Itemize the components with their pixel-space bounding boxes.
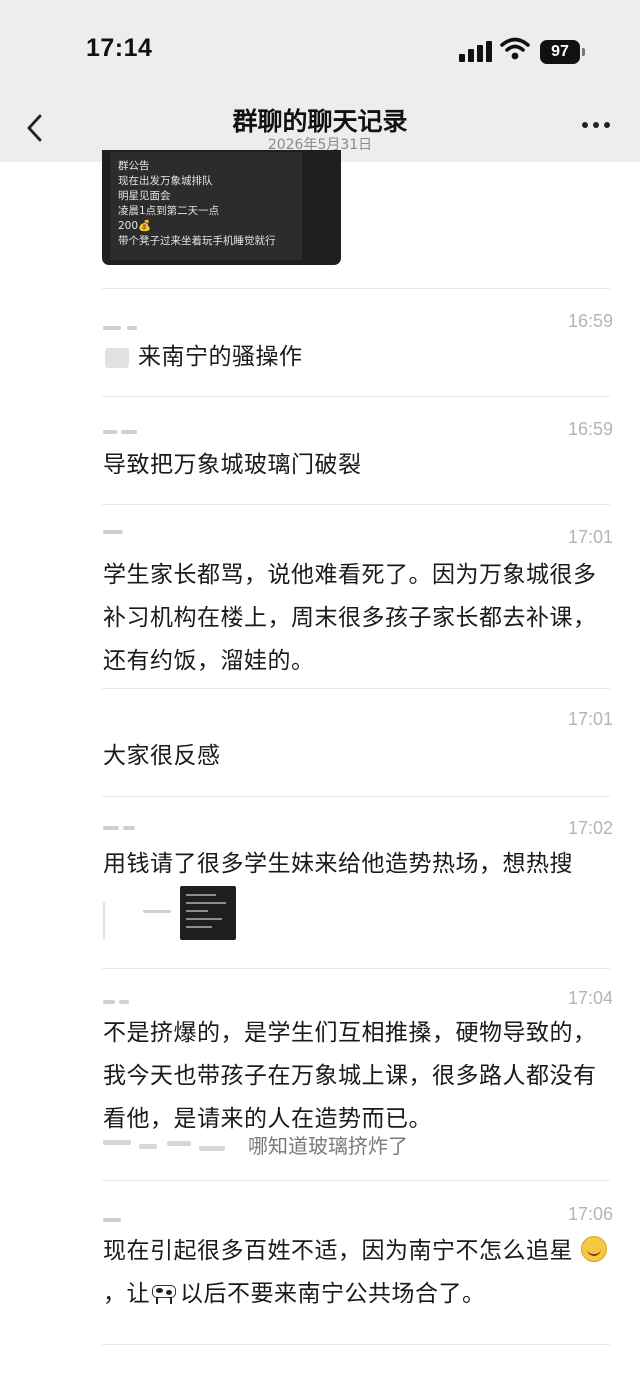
message-text: 导致把万象城玻璃门破裂 — [103, 452, 362, 478]
message-text-part: 以后不要来南宁公共场合了。 — [180, 1281, 486, 1307]
message-time: 17:01 — [567, 527, 613, 547]
divider — [102, 396, 610, 397]
page-title: 群聊的聊天记录 — [232, 107, 408, 136]
message-text: 现在引起很多百姓不适，因为南宁不怎么追星 ，让 以后不要来南宁公共场合了。 — [103, 1230, 615, 1316]
message-text-part: 现在引起很多百姓不适，因为南宁不怎么追星 — [103, 1238, 573, 1264]
battery-icon: 97 — [540, 40, 586, 64]
divider — [102, 288, 610, 289]
notice-line: 群公告 — [118, 160, 150, 172]
message-time: 17:02 — [567, 818, 613, 838]
quote-sender-blurred — [103, 1138, 233, 1158]
wifi-icon — [500, 37, 530, 60]
notice-line: 现在出发万象城排队 — [118, 175, 213, 187]
avatar-fragment — [105, 348, 129, 368]
message-text: 来南宁的骚操作 — [138, 344, 303, 370]
notice-line: 200💰 — [118, 220, 152, 232]
message-text: 大家很反感 — [103, 743, 221, 769]
group-notice-image[interactable]: 群公告 现在出发万象城排队 明星见面会 凌晨1点到第二天一点 200💰 带个凳子… — [102, 150, 341, 265]
divider — [102, 796, 610, 797]
status-time: 17:14 — [86, 34, 153, 62]
notice-line: 明星见面会 — [118, 190, 171, 202]
message-time: 17:06 — [567, 1204, 613, 1224]
notice-line: 凌晨1点到第二天一点 — [118, 205, 220, 217]
notice-line: 带个凳子过来坐着玩手机睡觉就行 — [118, 235, 276, 247]
message-time: 17:04 — [567, 988, 613, 1008]
message-text: 不是挤爆的，是学生们互相推搡，硬物导致的，我今天也带孩子在万象城上课，很多路人都… — [103, 1020, 597, 1132]
divider — [102, 968, 610, 969]
signal-icon — [459, 40, 493, 62]
message-text: 学生家长都骂，说他难看死了。因为万象城很多补习机构在楼上，周末很多孩子家长都去补… — [103, 562, 597, 674]
message-time: 16:59 — [567, 419, 613, 439]
divider — [102, 1180, 610, 1181]
divider — [102, 688, 610, 689]
message-time: 16:59 — [567, 311, 613, 331]
message-text: 用钱请了很多学生妹来给他造势热场，想热搜 — [103, 851, 573, 877]
more-icon[interactable] — [580, 122, 614, 132]
cow-emoji-icon — [150, 1279, 180, 1305]
message-time: 17:01 — [567, 709, 613, 729]
message-text-part: ，让 — [103, 1281, 150, 1307]
divider — [102, 504, 610, 505]
laughing-emoji-icon — [580, 1236, 609, 1262]
attached-image-thumbnail[interactable] — [103, 882, 236, 942]
status-bar: 17:14 97 — [0, 0, 640, 100]
quoted-message[interactable]: 哪知道玻璃挤炸了 — [103, 1132, 503, 1162]
quote-text: 哪知道玻璃挤炸了 — [248, 1134, 408, 1158]
divider — [102, 1344, 610, 1345]
battery-level: 97 — [540, 40, 580, 64]
